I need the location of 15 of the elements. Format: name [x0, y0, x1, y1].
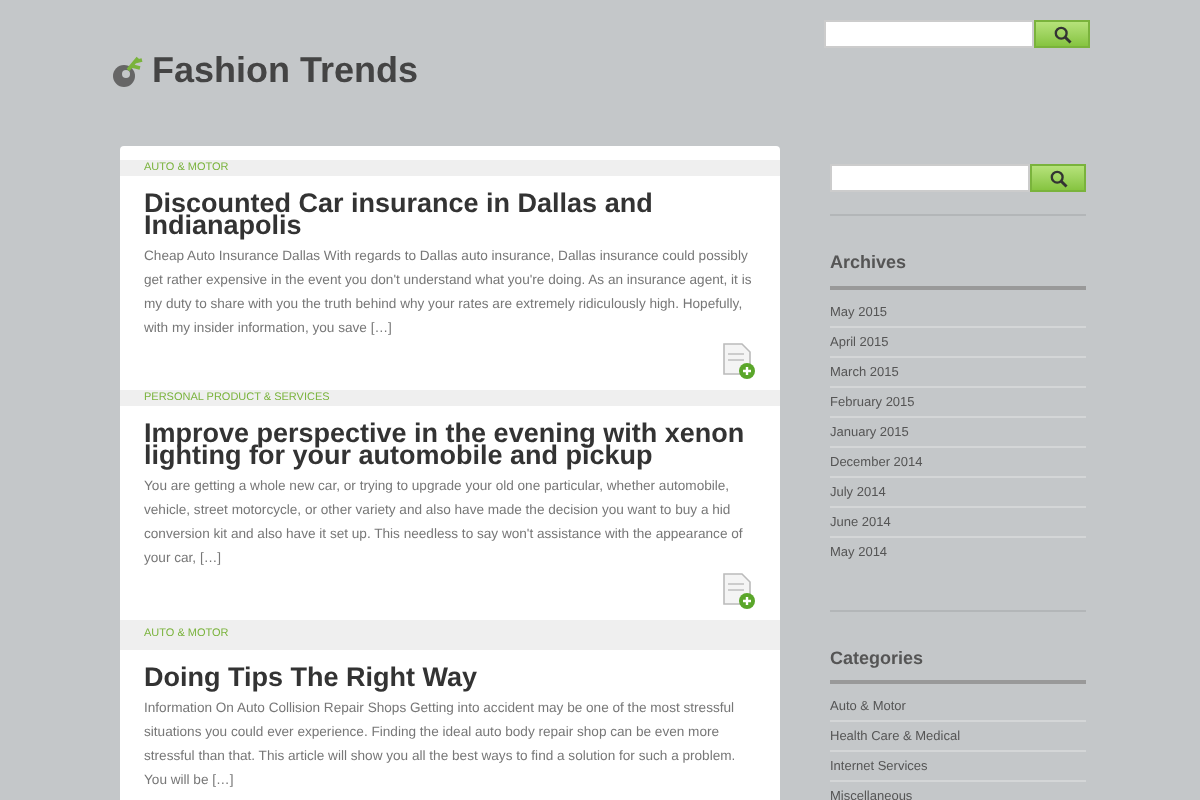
widget-title: Categories	[830, 645, 1086, 684]
search-icon	[1049, 169, 1067, 187]
search-button[interactable]	[1030, 164, 1086, 192]
search-field[interactable]	[830, 164, 1030, 192]
logo-icon	[110, 54, 144, 88]
widget-title: Archives	[830, 250, 1086, 289]
post-title[interactable]: Improve perspective in the evening with xenon lighting for your automobile and pickup	[144, 422, 756, 467]
document-plus-icon[interactable]	[722, 572, 756, 611]
post-title[interactable]: Discounted Car insurance in Dallas and Indianapolis	[144, 192, 756, 237]
document-plus-icon[interactable]	[722, 342, 756, 381]
search-field[interactable]	[824, 20, 1034, 48]
search-button[interactable]	[1034, 20, 1090, 48]
post-title[interactable]: Doing Tips The Right Way	[144, 666, 756, 688]
site-title[interactable]: Fashion Trends	[152, 44, 419, 98]
search-icon	[1053, 25, 1071, 43]
